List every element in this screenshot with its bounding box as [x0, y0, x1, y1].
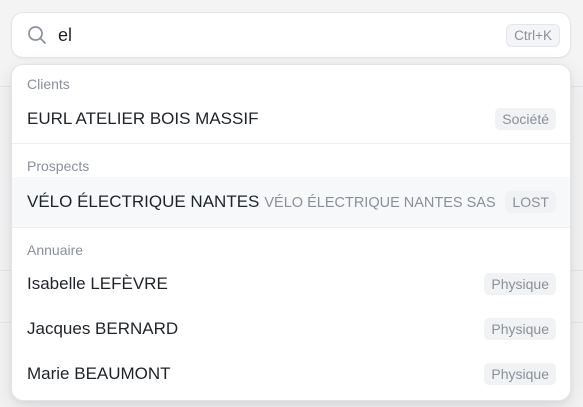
result-item[interactable]: Isabelle LEFÈVRE Physique [12, 261, 570, 306]
group-label-prospects: Prospects [27, 158, 90, 174]
result-type-badge: Société [495, 108, 556, 130]
result-item[interactable]: Jacques BERNARD Physique [12, 306, 570, 351]
search-input[interactable] [58, 20, 507, 50]
group-label-clients: Clients [27, 76, 70, 92]
result-title: VÉLO ÉLECTRIQUE NANTES [27, 192, 260, 211]
result-type-badge: Physique [484, 272, 556, 295]
result-title: EURL ATELIER BOIS MASSIF [27, 109, 259, 128]
result-type-badge: Physique [484, 317, 556, 340]
keyboard-shortcut-hint: Ctrl+K [506, 23, 560, 47]
result-title: Jacques BERNARD [27, 318, 179, 338]
result-type-badge: Physique [484, 362, 556, 385]
search-results-dropdown: Clients EURL ATELIER BOIS MASSIF Société… [11, 64, 571, 401]
search-icon [26, 24, 48, 46]
result-item[interactable]: Marie BEAUMONT Physique [12, 351, 570, 396]
result-item[interactable]: EURL ATELIER BOIS MASSIF Société [12, 95, 570, 143]
result-status-badge: LOST [505, 191, 556, 213]
result-title: Isabelle LEFÈVRE [27, 273, 168, 293]
result-item[interactable]: VÉLO ÉLECTRIQUE NANTES VÉLO ÉLECTRIQUE N… [12, 177, 570, 227]
search-bar[interactable]: Ctrl+K [11, 12, 571, 58]
result-subtitle: VÉLO ÉLECTRIQUE NANTES SAS [264, 195, 496, 211]
group-label-annuaire: Annuaire [27, 242, 84, 258]
result-title: Marie BEAUMONT [27, 363, 171, 383]
